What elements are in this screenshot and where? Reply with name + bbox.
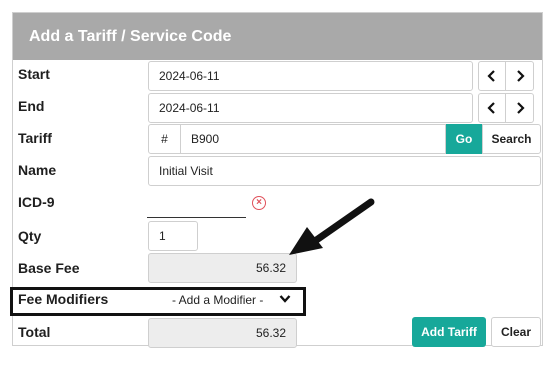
go-button[interactable]: Go <box>446 124 482 154</box>
end-next-button[interactable] <box>506 93 534 123</box>
annotation-arrow-icon <box>289 198 375 255</box>
end-date-input[interactable]: 2024-06-11 <box>148 93 473 123</box>
base-fee-label: Base Fee <box>18 260 80 276</box>
end-prev-button[interactable] <box>478 93 506 123</box>
chevron-right-icon <box>516 70 525 82</box>
base-fee-value: 56.32 <box>148 253 297 283</box>
icd9-label: ICD-9 <box>18 194 55 210</box>
clear-button[interactable]: Clear <box>491 317 541 347</box>
end-label: End <box>18 98 45 114</box>
chevron-left-icon <box>487 102 495 114</box>
total-value: 56.32 <box>148 318 297 348</box>
start-label: Start <box>18 66 50 82</box>
qty-label: Qty <box>18 228 42 244</box>
chevron-down-icon[interactable] <box>279 294 291 304</box>
panel-title: Add a Tariff / Service Code <box>13 13 542 60</box>
add-tariff-button[interactable]: Add Tariff <box>412 317 486 347</box>
name-input[interactable]: Initial Visit <box>148 156 541 186</box>
tariff-code-input[interactable]: B900 <box>180 124 446 154</box>
name-label: Name <box>18 162 57 178</box>
chevron-right-icon <box>516 102 525 114</box>
tariff-label: Tariff <box>18 130 52 146</box>
clear-icd9-icon[interactable]: × <box>252 196 266 210</box>
total-label: Total <box>18 324 51 340</box>
fee-modifiers-label: Fee Modifiers <box>18 291 109 307</box>
start-next-button[interactable] <box>506 61 534 91</box>
start-date-input[interactable]: 2024-06-11 <box>148 61 473 91</box>
tariff-hash-addon: # <box>148 124 181 154</box>
fee-modifier-select[interactable]: - Add a Modifier - <box>172 285 268 315</box>
start-prev-button[interactable] <box>478 61 506 91</box>
chevron-left-icon <box>487 70 495 82</box>
qty-input[interactable]: 1 <box>148 221 198 251</box>
icd9-input[interactable] <box>147 195 246 218</box>
search-button[interactable]: Search <box>482 124 541 154</box>
